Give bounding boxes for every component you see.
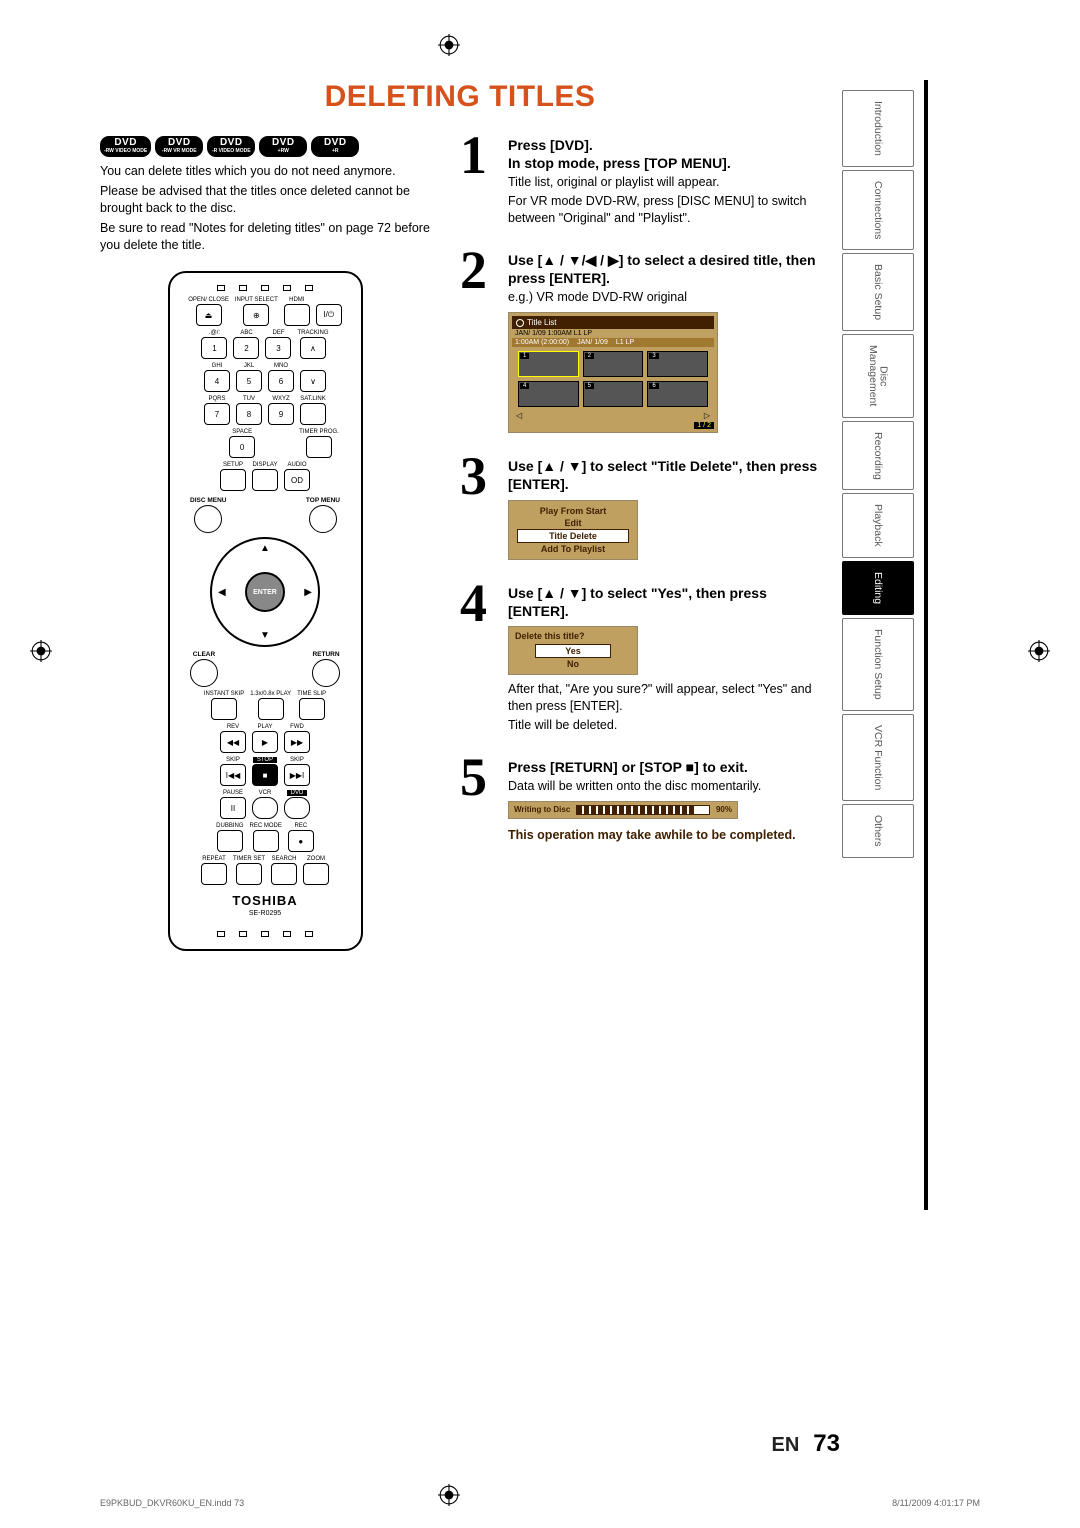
step-number: 3 [460,449,487,503]
tab-playback[interactable]: Playback [842,493,914,558]
crop-mark-right [1028,640,1050,662]
disc-icon [516,319,524,327]
thumb: 1 [518,351,579,377]
tab-vcr-function[interactable]: VCR Function [842,714,914,801]
step-2: 2 Use [▲ / ▼/◀ / ▶] to select a desired … [460,251,820,433]
tab-recording[interactable]: Recording [842,421,914,491]
tab-basic-setup[interactable]: Basic Setup [842,253,914,331]
step-number: 2 [460,243,487,297]
thumb: 3 [647,351,708,377]
crop-mark-top [438,34,460,56]
step-1: 1 Press [DVD]. In stop mode, press [TOP … [460,136,820,227]
step-3: 3 Use [▲ / ▼] to select "Title Delete", … [460,457,820,559]
right-arrow-icon: ▷ [704,411,710,420]
step-5: 5 Press [RETURN] or [STOP ■] to exit. Da… [460,758,820,843]
intro-p2: Please be advised that the titles once d… [100,183,430,217]
intro-p1: You can delete titles which you do not n… [100,163,430,180]
page-content: DELETING TITLES DVD-RW VIDEO MODE DVD-RW… [100,80,820,1420]
step-number: 5 [460,750,487,804]
timestamp-label: 8/11/2009 4:01:17 PM [892,1498,980,1508]
badge-dvd-r-video: DVD-R VIDEO MODE [207,136,255,157]
badge-dvd-rw-video: DVD-RW VIDEO MODE [100,136,151,157]
thumb: 6 [647,381,708,407]
osd-confirm-dialog: Delete this title? Yes No [508,626,638,675]
page-language: EN [772,1434,800,1457]
osd-writing-progress: Writing to Disc 90% [508,801,738,819]
tab-editing[interactable]: Editing [842,561,914,615]
step-number: 4 [460,576,487,630]
badge-dvd-plus-rw: DVD+RW [259,136,307,157]
remote-control-illustration: OPEN/ CLOSE⏏ INPUT SELECT⊕ HDMI I/⏻ .@/:… [168,271,363,951]
imposition-footer: E9PKBUD_DKVR60KU_EN.indd 73 8/11/2009 4:… [100,1498,980,1508]
section-tabs: Introduction Connections Basic Setup Dis… [842,90,914,858]
remote-model: SE-R0295 [249,910,281,917]
tab-introduction[interactable]: Introduction [842,90,914,167]
thumb: 4 [518,381,579,407]
page-title: DELETING TITLES [100,80,820,114]
crop-mark-left [30,640,52,662]
source-file-label: E9PKBUD_DKVR60KU_EN.indd 73 [100,1498,244,1508]
page-number: 73 [813,1430,840,1458]
step-number: 1 [460,128,487,182]
tab-others[interactable]: Others [842,804,914,858]
step-4: 4 Use [▲ / ▼] to select "Yes", then pres… [460,584,820,734]
osd-title-list: Title List JAN/ 1/09 1:00AM L1 LP 1:00AM… [508,312,718,433]
page-edge-rule [924,80,928,1210]
tab-connections[interactable]: Connections [842,170,914,250]
badge-dvd-plus-r: DVD+R [311,136,359,157]
left-arrow-icon: ◁ [516,411,522,420]
dvd-badge-row: DVD-RW VIDEO MODE DVD-RW VR MODE DVD-R V… [100,136,430,157]
navigation-pad: ▲ ▼ ◀ ▶ ENTER [210,537,320,647]
osd-context-menu: Play From Start Edit Title Delete Add To… [508,500,638,560]
right-column: 1 Press [DVD]. In stop mode, press [TOP … [460,136,820,951]
operation-note: This operation may take awhile to be com… [508,827,820,843]
left-column: DVD-RW VIDEO MODE DVD-RW VR MODE DVD-R V… [100,136,430,951]
intro-p3: Be sure to read "Notes for deleting titl… [100,220,430,254]
page-footer: EN 73 [100,1430,840,1458]
tab-function-setup[interactable]: Function Setup [842,618,914,711]
thumb: 2 [583,351,644,377]
remote-brand: TOSHIBA [232,893,297,908]
thumb: 5 [583,381,644,407]
badge-dvd-rw-vr: DVD-RW VR MODE [155,136,203,157]
tab-disc-management[interactable]: DiscManagement [842,334,914,417]
